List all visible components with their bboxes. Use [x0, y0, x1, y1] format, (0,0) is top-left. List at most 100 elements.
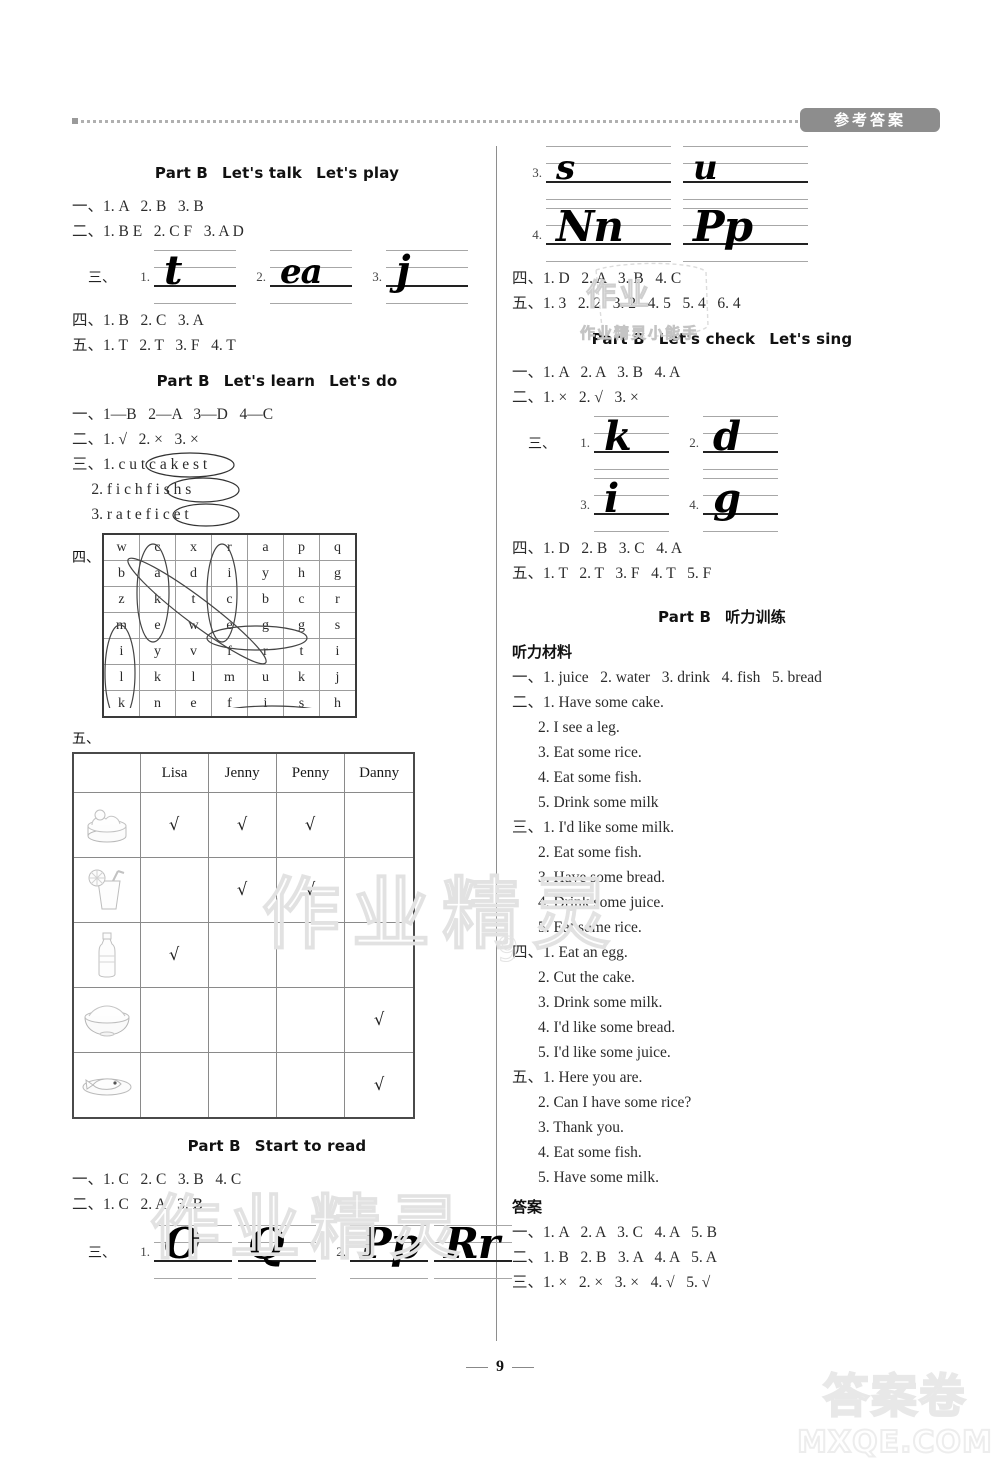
wordsearch-cell: c [283, 586, 320, 613]
wordsearch-row: zktcbcr [102, 586, 357, 613]
item-number: 1. [580, 435, 590, 450]
wordsearch-row: lklmukj [102, 664, 357, 691]
lesson-label-1: Let's check [658, 330, 756, 348]
wordsearch-cell: s [283, 690, 320, 718]
part-label: Part B [187, 1137, 241, 1155]
handwriting-stave: t [154, 247, 236, 306]
wordsearch-cell: k [139, 586, 176, 613]
answer-line: 二、1. √ 2. × 3. × [72, 431, 199, 448]
wordsearch-cell: x [175, 533, 212, 561]
wordsearch-cell: g [283, 612, 320, 639]
handwriting-stave: g [703, 475, 778, 534]
cake-icon [72, 792, 142, 858]
wordsearch-cell: e [139, 612, 176, 639]
section-title-lets-learn: Part B Let's learn Let's do [72, 372, 482, 390]
header-square-marker [72, 118, 78, 124]
header-dots [81, 120, 857, 123]
answer-line: 二、1. C 2. A 3. B [72, 1196, 203, 1213]
listening-line: 五、1. Here you are. [512, 1069, 643, 1086]
listening-line: 5. I'd like some juice. [538, 1044, 671, 1061]
wordsearch-cell: k [283, 664, 320, 691]
handwriting-row: 三、 1. O Q 2. Pp Rr [72, 1221, 512, 1281]
listening-line: 三、1. I'd like some milk. [512, 819, 675, 836]
listening-script: 一、1. juice 2. water 3. drink 4. fish 5. … [512, 665, 932, 1190]
listening-line: 二、1. Have some cake. [512, 694, 664, 711]
wordsearch-cell: y [247, 560, 284, 587]
wordsearch-cell: h [319, 690, 357, 718]
item-number: 2. [256, 269, 266, 284]
wordsearch-cell: f [211, 638, 248, 665]
checkmark-icon: √ [236, 814, 249, 836]
wordsearch-cell: z [102, 586, 140, 613]
wordsearch-cell: i [102, 638, 140, 665]
handwritten-letter: Pp [693, 202, 753, 251]
watermark-footer: 答案卷 MXQE.COM [795, 1368, 995, 1462]
answer-line: 五、1. T 2. T 3. F 4. T 5. F [512, 565, 712, 582]
listening-line: 5. Eat some rice. [538, 919, 642, 936]
foodtable-mark-cell [344, 922, 415, 988]
foodtable-mark-cell [275, 987, 346, 1053]
listening-line: 一、1. juice 2. water 3. drink 4. fish 5. … [512, 669, 822, 686]
listening-line: 3. Drink some milk. [538, 994, 663, 1011]
listening-line: 2. Cut the cake. [538, 969, 635, 986]
wordsearch-cell: i [247, 690, 284, 718]
wordsearch-cell: r [319, 586, 357, 613]
foodtable-mark-cell [275, 1052, 346, 1119]
listening-line: 4. Eat some fish. [538, 769, 642, 786]
handwriting-stave: Nn [546, 202, 671, 264]
wordsearch-cell: d [175, 560, 212, 587]
wordsearch-cell: g [247, 612, 284, 639]
handwriting-stave: Q [238, 1221, 316, 1281]
answer-line: 一、1. A 2. A 3. C 4. A 5. B [512, 1224, 717, 1241]
wordsearch-cell: w [102, 533, 140, 561]
header-badge: 参考答案 [800, 108, 940, 132]
wordsearch-cell: i [319, 638, 357, 665]
wordsearch-cell: t [283, 638, 320, 665]
wordsearch-cell: n [139, 690, 176, 718]
watermark-footer-cn: 答案卷 [822, 1368, 967, 1424]
handwriting-stave: Pp [350, 1221, 428, 1281]
handwriting-stave: k [594, 413, 669, 472]
watermark-footer-en: MXQE.COM [796, 1424, 993, 1461]
answer-line: 2. f i c h f i s h s [72, 481, 192, 498]
foodtable-mark-cell [140, 1052, 209, 1119]
handwritten-letter: Nn [556, 202, 624, 251]
handwritten-letter: j [396, 247, 411, 294]
answer-line: 四、1. B 2. C 3. A [72, 312, 204, 329]
handwritten-letter: u [693, 148, 718, 188]
wordsearch-cell: a [139, 560, 176, 587]
lesson-label-2: Let's sing [769, 330, 853, 348]
part-label: Part B [156, 372, 210, 390]
foodtable-mark-cell: √ [140, 922, 209, 988]
table-row: √ [72, 987, 415, 1053]
checkmark-icon: √ [168, 814, 181, 836]
foodtable-mark-cell [207, 922, 277, 988]
wordsearch-cell: b [102, 560, 140, 587]
foodtable-column-header: Lisa [140, 752, 209, 793]
checkmark-icon: √ [373, 1009, 386, 1031]
wordsearch-cell: a [247, 533, 284, 561]
handwriting-stave: i [594, 475, 669, 534]
wordsearch-cell: u [247, 664, 284, 691]
wordsearch-cell: v [175, 638, 212, 665]
foodtable-mark-cell: √ [207, 857, 277, 923]
lesson-label-2: Let's do [329, 372, 398, 390]
wordsearch-cell: j [319, 664, 357, 691]
table-row: √ [72, 1052, 415, 1119]
item-number: 3. [580, 497, 590, 512]
checkmark-icon: √ [168, 944, 181, 966]
item-number: 4. [532, 227, 542, 242]
handwriting-stave: Pp [683, 202, 808, 264]
wordsearch-cell: s [319, 612, 357, 639]
handwritten-letter: s [556, 148, 575, 188]
foodtable-column-header: Jenny [207, 752, 277, 793]
item-number: 2. [336, 1244, 346, 1259]
answer-line: 3. r a t e f i c e t [72, 506, 189, 523]
left-column: Part B Let's talk Let's play 一、1. A 2. B 3… [72, 150, 512, 1283]
page-dash-right [512, 1366, 534, 1368]
answer-line: 二、1. × 2. √ 3. × [512, 389, 639, 406]
answer-line: 一、1. C 2. C 3. B 4. C [72, 1171, 242, 1188]
wordsearch-grid: wcxrapqbadiyhgzktcbcrmeweggsiyvfrtilklmu… [102, 533, 357, 718]
answer-line: 三、1. × 2. × 3. × 4. √ 5. √ [512, 1274, 711, 1291]
answer-line: 三、1. c u t c a k e s t [72, 456, 208, 473]
